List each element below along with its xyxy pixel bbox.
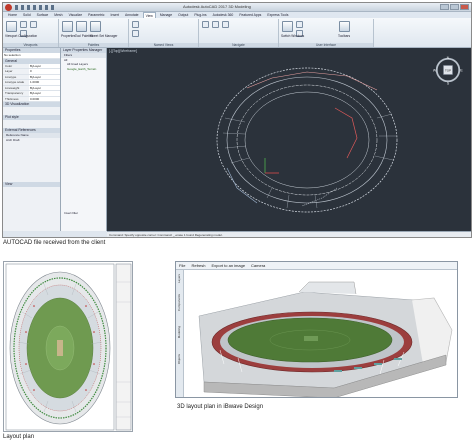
maximize-button[interactable] [450,4,459,10]
layout-plan-sheet [3,261,133,432]
restore-viewport-icon[interactable] [30,21,37,28]
command-line[interactable]: Command: Specify opposite corner: Comman… [107,231,471,237]
pan-icon[interactable] [202,21,209,28]
tile-horizontally-icon[interactable] [296,21,303,28]
ribbon-group-label: Viewports [3,43,58,47]
drawing-viewport[interactable]: [-][Top][Wireframe] [107,48,471,231]
menu-file[interactable]: File [179,262,185,269]
ribbon-button-label: Properties [61,34,76,38]
stadium-3d-model [198,281,453,397]
ribbon-group-label: Navigate [199,43,278,47]
title-bar: Autodesk AutoCAD 2017 3D Modeling [3,3,471,12]
section-view[interactable]: View [3,182,60,187]
compass-east: E [460,69,463,73]
close-button[interactable] [460,4,469,10]
3d-scene-viewport[interactable] [184,270,457,397]
menu-refresh[interactable]: Refresh [191,262,205,269]
side-tab-modeling[interactable]: Modeling [177,326,183,338]
caption-3d-layout: 3D layout plan in iBwave Design [177,404,264,410]
ribbon-group-label: Named Views [129,43,198,47]
sheet-set-manager-icon[interactable] [90,21,101,32]
quick-access-toolbar[interactable] [15,5,55,10]
view-manager-icon[interactable] [132,21,139,28]
layout-plan-drawing [5,263,132,431]
ribbon-panel: Viewport Configuration Viewports Propert… [3,18,471,48]
compass-west: W [433,69,437,73]
ribbon-group-label: User Interface [279,43,373,47]
ibwave-side-tabs: Layers Components Modeling Objects [176,270,184,397]
toolbars-icon[interactable] [339,21,350,32]
side-tab-components[interactable]: Components [177,294,183,311]
ribbon-group-navigate: Navigate [199,19,279,47]
compass-north: N [447,56,450,60]
switch-windows-icon[interactable] [282,21,293,32]
viewport-configuration-icon[interactable] [6,21,17,32]
named-viewport-icon[interactable] [20,21,27,28]
tool-palettes-icon[interactable] [76,21,87,32]
caption-autocad: AUTOCAD file received from the client [3,240,106,246]
invert-filter-checkbox[interactable]: Invert filter [61,211,106,216]
side-tab-objects[interactable]: Objects [177,354,183,364]
ribbon-group-label: Palettes [59,43,128,47]
new-view-icon[interactable] [132,30,139,37]
caption-layout-plan: Layout plan [3,434,35,440]
title-block [115,263,132,431]
properties-icon[interactable] [62,21,73,32]
menu-export-image[interactable]: Export to an image [211,262,245,269]
application-menu-button[interactable] [5,4,12,11]
ibwave-toolbar: File Refresh Export to an image Camera [176,262,457,270]
ribbon-group-user-interface: Switch Windows Toolbars User Interface [279,19,374,47]
layer-properties-palette: Layer Properties Manager Filters All All… [61,48,107,231]
side-tab-layers[interactable]: Layers [177,274,183,283]
orbit-icon[interactable] [212,21,219,28]
ucs-icon [264,158,279,174]
ribbon-button-label: Viewport Configuration [5,34,38,38]
window-controls [440,4,469,10]
ribbon-group-viewports: Viewport Configuration Viewports [3,19,59,47]
ribbon-group-named-views: Named Views [129,19,199,47]
ribbon-group-palettes: Properties Tool Palettes Sheet Set Manag… [59,19,129,47]
ribbon-button-label: Switch Windows [281,34,305,38]
autocad-window: Autodesk AutoCAD 2017 3D Modeling Home S… [2,2,472,238]
properties-palette: Properties No selection General Color ByL… [3,48,61,231]
ibwave-3d-window: File Refresh Export to an image Camera L… [175,261,458,398]
viewcube-compass[interactable]: TOP N S W E [433,55,463,85]
minimize-button[interactable] [440,4,449,10]
viewcube-center-label: TOP [445,69,451,73]
window-title: Autodesk AutoCAD 2017 3D Modeling [183,4,251,9]
menu-camera[interactable]: Camera [251,262,265,269]
ribbon-button-label: Toolbars [338,34,351,38]
ribbon-button-label: Sheet Set Manager [90,34,118,38]
stadium-wireframe-drawing [216,67,398,213]
zoom-icon[interactable] [222,21,229,28]
